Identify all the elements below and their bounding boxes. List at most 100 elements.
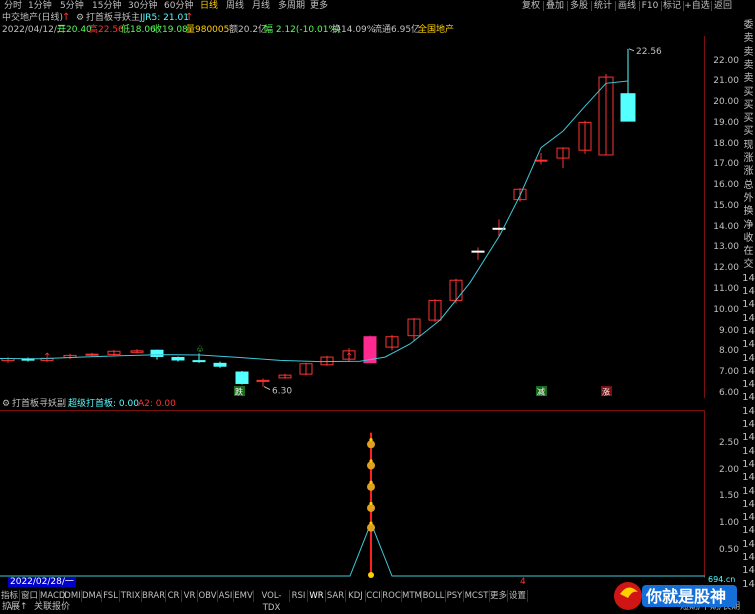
price-tick: 9.00 bbox=[718, 325, 739, 336]
period-3[interactable]: 15分钟 bbox=[92, 0, 121, 12]
period-9[interactable]: 多周期 bbox=[278, 0, 305, 12]
title-row: 中交地产(日线) ↑ ⚙ 打首板寻妖主 JJR5: 21.01 ↑ bbox=[0, 12, 730, 24]
quote-high: 高22.56 bbox=[89, 25, 124, 35]
related-quote-button[interactable]: 关联报价 bbox=[34, 601, 70, 613]
expand-button[interactable]: 扩展↑ bbox=[2, 601, 28, 613]
side-panel-cell: 卖 bbox=[743, 46, 754, 58]
period-1[interactable]: 1分钟 bbox=[28, 0, 52, 12]
sub-tick: 1.50 bbox=[718, 491, 739, 502]
tab-25[interactable]: 设置 bbox=[508, 590, 528, 602]
tab-5[interactable]: FSL bbox=[102, 590, 120, 602]
buy-arrow-icon: ↑ bbox=[345, 352, 353, 363]
tab-10[interactable]: OBV bbox=[198, 590, 218, 602]
sub-tick: 2.50 bbox=[718, 438, 739, 449]
side-panel-cell: 14 bbox=[742, 405, 755, 417]
price-tick: 7.00 bbox=[718, 367, 739, 377]
candle-body bbox=[235, 371, 249, 384]
candle-body bbox=[150, 349, 164, 357]
period-4[interactable]: 30分钟 bbox=[128, 0, 157, 12]
toolbar-button-2[interactable]: 多股 bbox=[568, 0, 590, 12]
tab-7[interactable]: BRAR bbox=[142, 590, 166, 602]
candle-body bbox=[192, 360, 206, 363]
jjr5-value: JJR5: 21.01 bbox=[140, 13, 189, 23]
side-panel-cell: 14 bbox=[742, 299, 755, 311]
side-panel-cell: 14 bbox=[742, 512, 755, 524]
tab-9[interactable]: VR bbox=[182, 590, 198, 602]
quote-close: 收19.08 bbox=[153, 25, 188, 35]
tab-20[interactable]: MTM bbox=[402, 590, 422, 602]
period-0[interactable]: 分时 bbox=[4, 0, 22, 12]
tab-23[interactable]: MCST bbox=[464, 590, 490, 602]
side-panel-cell: 14 bbox=[742, 312, 755, 324]
money-bag-icon bbox=[367, 501, 375, 512]
watermark-text: 你就是股神 bbox=[645, 587, 726, 606]
price-tick: 10.00 bbox=[713, 304, 739, 315]
tab-13[interactable]: VOL-TDX bbox=[254, 590, 290, 613]
price-tick: 6.00 bbox=[718, 387, 739, 398]
toolbar-button-3[interactable]: 统计 bbox=[592, 0, 614, 12]
sub-axis: 2.50 2.00 1.50 1.00 0.50 bbox=[705, 398, 741, 578]
side-panel-cell: 净 bbox=[743, 219, 754, 231]
side-panel-cell: 14 bbox=[742, 365, 755, 377]
toolbar-button-8[interactable]: 返回 bbox=[712, 0, 734, 12]
tab-21[interactable]: BOLL bbox=[422, 590, 446, 602]
tab-6[interactable]: TRIX bbox=[120, 590, 142, 602]
period-2[interactable]: 5分钟 bbox=[60, 0, 84, 12]
sub-settings-icon[interactable]: ⚙ bbox=[2, 398, 10, 410]
toolbar-button-6[interactable]: 标记 bbox=[662, 0, 682, 12]
side-panel-cell: 14 bbox=[742, 419, 755, 430]
period-8[interactable]: 月线 bbox=[252, 0, 270, 12]
up-arrow-icon: ↑ bbox=[62, 12, 71, 23]
toolbar-button-7[interactable]: +自选 bbox=[684, 0, 710, 12]
tab-15[interactable]: WR bbox=[308, 590, 326, 602]
price-tick: 20.00 bbox=[713, 97, 739, 107]
tab-16[interactable]: SAR bbox=[326, 590, 346, 602]
toolbar-button-0[interactable]: 复权 bbox=[520, 0, 542, 12]
tab-12[interactable]: EMV bbox=[234, 590, 254, 602]
tab-11[interactable]: ASI bbox=[218, 590, 234, 602]
quote-volume: 量980005 bbox=[186, 25, 230, 35]
side-panel-cell: 交 bbox=[743, 259, 754, 271]
period-5[interactable]: 60分钟 bbox=[164, 0, 193, 12]
period-6[interactable]: 日线 bbox=[200, 0, 218, 12]
candle-body bbox=[534, 159, 548, 162]
tab-17[interactable]: KDJ bbox=[346, 590, 366, 602]
indicator-name[interactable]: 打首板寻妖主 bbox=[86, 12, 140, 24]
sub-tick: 2.00 bbox=[718, 464, 739, 475]
tab-18[interactable]: CCI bbox=[366, 590, 382, 602]
side-panel-cell: 买 bbox=[743, 126, 754, 138]
side-panel-cell: 14 bbox=[742, 392, 755, 404]
tab-22[interactable]: PSY bbox=[446, 590, 464, 602]
quote-sector[interactable]: 全国地产 bbox=[418, 24, 454, 36]
period-7[interactable]: 周线 bbox=[226, 0, 244, 12]
toolbar-button-1[interactable]: 叠加 bbox=[544, 0, 566, 12]
side-panel-cell: 总 bbox=[743, 179, 754, 191]
toolbar-button-4[interactable]: 画线 bbox=[616, 0, 638, 12]
quote-row: 2022/04/12/二 开20.40 高22.56 低18.06 收19.08… bbox=[0, 24, 730, 36]
high-pointer bbox=[628, 48, 635, 52]
main-kline-chart[interactable]: 22.56 6.30 ↑ ↑ ♧ 跌 减 涨 bbox=[0, 36, 705, 398]
side-panel-cell: 卖 bbox=[743, 59, 754, 71]
toolbar-button-5[interactable]: F10 bbox=[640, 0, 660, 12]
tab-8[interactable]: CR bbox=[166, 590, 182, 602]
tab-14[interactable]: RSI bbox=[290, 590, 308, 602]
sub-indicator-name[interactable]: 打首板寻妖副 bbox=[12, 398, 66, 410]
candle-body bbox=[85, 353, 99, 356]
period-10[interactable]: 更多 bbox=[310, 0, 328, 12]
settings-icon[interactable]: ⚙ bbox=[76, 12, 84, 24]
sub-indicator-chart[interactable] bbox=[0, 410, 705, 578]
tab-19[interactable]: ROC bbox=[382, 590, 402, 602]
side-panel-cell: 14 bbox=[742, 458, 755, 470]
side-panel-cell: 14 bbox=[742, 565, 755, 577]
tab-4[interactable]: DMA bbox=[82, 590, 102, 602]
price-tick: 8.00 bbox=[718, 346, 739, 357]
quote-side-panel: 委卖卖卖卖买买买买现涨涨总外换净收在交 14 14 14 14 14 14 14 14 14 14 1… bbox=[741, 12, 755, 602]
side-panel-cell: 买 bbox=[743, 113, 754, 125]
tab-24[interactable]: 更多 bbox=[490, 590, 508, 602]
money-bag-icon bbox=[367, 521, 375, 532]
side-panel-cell: 14 bbox=[742, 445, 755, 457]
side-panel-cell: 委 bbox=[743, 20, 754, 31]
watermark-site: 694.cn bbox=[708, 575, 735, 584]
price-tick: 11.00 bbox=[713, 283, 739, 294]
candle-body bbox=[471, 250, 485, 253]
